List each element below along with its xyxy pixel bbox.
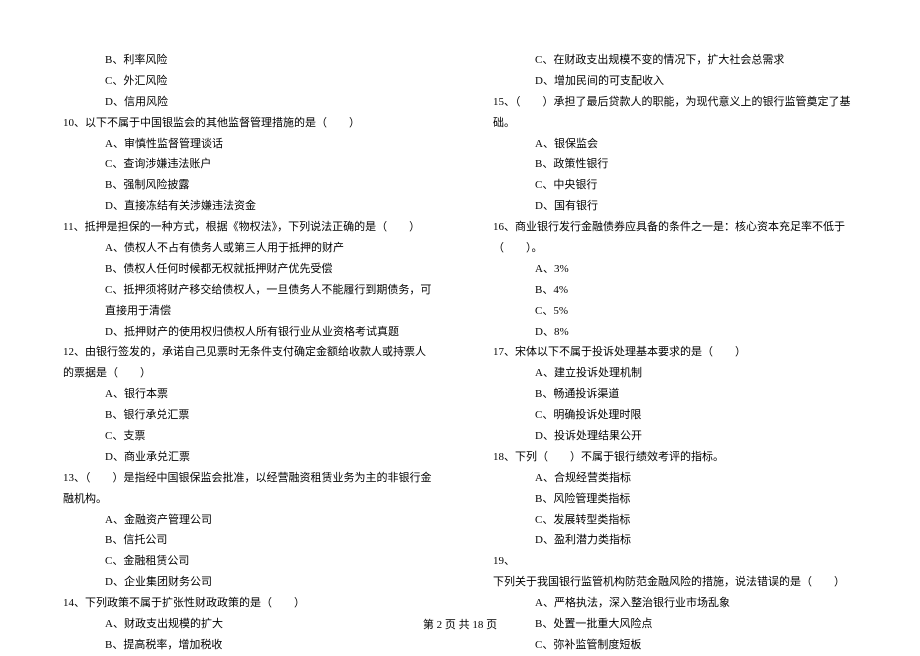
question-text: 抵押是担保的一种方式，根据《物权法》，下列说法正确的是（ ） <box>85 221 421 233</box>
question-number: 16、 <box>493 221 515 233</box>
option-text: B、银行承兑汇票 <box>55 405 435 426</box>
option-text: A、建立投诉处理机制 <box>485 363 865 384</box>
question-text: 商业银行发行金融债券应具备的条件之一是：核心资本充足率不低于（ ）。 <box>493 221 845 254</box>
option-text: B、4% <box>485 280 865 301</box>
question-text: （ ）是指经中国银保监会批准，以经营融资租赁业务为主的非银行金融机构。 <box>63 472 432 505</box>
option-text: C、发展转型类指标 <box>485 510 865 531</box>
option-text: D、盈利潜力类指标 <box>485 530 865 551</box>
option-text: C、抵押须将财产移交给债权人，一旦债务人不能履行到期债务，可直接用于清偿 <box>55 280 435 322</box>
option-text: D、国有银行 <box>485 196 865 217</box>
question-number: 18、 <box>493 451 515 463</box>
question-18: 18、下列（ ）不属于银行绩效考评的指标。 <box>485 447 865 468</box>
option-text: D、信用风险 <box>55 92 435 113</box>
option-text: C、支票 <box>55 426 435 447</box>
question-14: 14、下列政策不属于扩张性财政政策的是（ ） <box>55 593 435 614</box>
question-number: 17、 <box>493 346 515 358</box>
option-text: B、利率风险 <box>55 50 435 71</box>
question-15: 15、（ ）承担了最后贷款人的职能，为现代意义上的银行监管奠定了基础。 <box>485 92 865 134</box>
question-number: 13、 <box>63 472 85 484</box>
option-text: B、债权人任何时候都无权就抵押财产优先受偿 <box>55 259 435 280</box>
option-text: B、畅通投诉渠道 <box>485 384 865 405</box>
right-column: C、在财政支出规模不变的情况下，扩大社会总需求 D、增加民间的可支配收入 15、… <box>460 50 865 590</box>
option-text: B、信托公司 <box>55 530 435 551</box>
question-number: 11、 <box>63 221 85 233</box>
question-text: 下列政策不属于扩张性财政政策的是（ ） <box>85 597 305 609</box>
option-text: D、抵押财产的使用权归债权人所有银行业从业资格考试真题 <box>55 322 435 343</box>
question-text: 由银行签发的，承诺自己见票时无条件支付确定金额给收款人或持票人的票据是（ ） <box>63 346 426 379</box>
question-number: 10、 <box>63 117 85 129</box>
question-19: 19、下列关于我国银行监管机构防范金融风险的措施，说法错误的是（ ） <box>485 551 865 593</box>
option-text: B、强制风险披露 <box>55 175 435 196</box>
option-text: C、查询涉嫌违法账户 <box>55 154 435 175</box>
option-text: C、5% <box>485 301 865 322</box>
option-text: A、3% <box>485 259 865 280</box>
question-17: 17、宋体以下不属于投诉处理基本要求的是（ ） <box>485 342 865 363</box>
question-number: 19、 <box>493 555 515 567</box>
option-text: D、商业承兑汇票 <box>55 447 435 468</box>
left-column: B、利率风险 C、外汇风险 D、信用风险 10、以下不属于中国银监会的其他监督管… <box>55 50 460 590</box>
option-text: A、金融资产管理公司 <box>55 510 435 531</box>
option-text: B、风险管理类指标 <box>485 489 865 510</box>
option-text: C、中央银行 <box>485 175 865 196</box>
question-11: 11、抵押是担保的一种方式，根据《物权法》，下列说法正确的是（ ） <box>55 217 435 238</box>
question-text: 宋体以下不属于投诉处理基本要求的是（ ） <box>515 346 746 358</box>
option-text: C、弥补监管制度短板 <box>485 635 865 656</box>
option-text: D、增加民间的可支配收入 <box>485 71 865 92</box>
option-text: D、投诉处理结果公开 <box>485 426 865 447</box>
option-text: A、严格执法，深入整治银行业市场乱象 <box>485 593 865 614</box>
option-text: C、外汇风险 <box>55 71 435 92</box>
option-text: D、企业集团财务公司 <box>55 572 435 593</box>
question-text: 下列关于我国银行监管机构防范金融风险的措施，说法错误的是（ ） <box>493 576 845 588</box>
question-12: 12、由银行签发的，承诺自己见票时无条件支付确定金额给收款人或持票人的票据是（ … <box>55 342 435 384</box>
question-text: 以下不属于中国银监会的其他监督管理措施的是（ ） <box>85 117 360 129</box>
page-footer: 第 2 页 共 18 页 <box>0 616 920 632</box>
option-text: D、直接冻结有关涉嫌违法资金 <box>55 196 435 217</box>
question-number: 14、 <box>63 597 85 609</box>
option-text: A、债权人不占有债务人或第三人用于抵押的财产 <box>55 238 435 259</box>
question-number: 15、 <box>493 96 515 108</box>
option-text: A、银行本票 <box>55 384 435 405</box>
question-16: 16、商业银行发行金融债券应具备的条件之一是：核心资本充足率不低于（ ）。 <box>485 217 865 259</box>
question-13: 13、（ ）是指经中国银保监会批准，以经营融资租赁业务为主的非银行金融机构。 <box>55 468 435 510</box>
option-text: B、政策性银行 <box>485 154 865 175</box>
question-text: 下列（ ）不属于银行绩效考评的指标。 <box>515 451 724 463</box>
option-text: A、审慎性监督管理谈话 <box>55 134 435 155</box>
exam-page: B、利率风险 C、外汇风险 D、信用风险 10、以下不属于中国银监会的其他监督管… <box>0 0 920 620</box>
option-text: C、金融租赁公司 <box>55 551 435 572</box>
option-text: A、合规经营类指标 <box>485 468 865 489</box>
question-10: 10、以下不属于中国银监会的其他监督管理措施的是（ ） <box>55 113 435 134</box>
option-text: A、银保监会 <box>485 134 865 155</box>
option-text: D、8% <box>485 322 865 343</box>
question-number: 12、 <box>63 346 85 358</box>
option-text: C、明确投诉处理时限 <box>485 405 865 426</box>
option-text: B、提高税率，增加税收 <box>55 635 435 656</box>
question-text: （ ）承担了最后贷款人的职能，为现代意义上的银行监管奠定了基础。 <box>493 96 851 129</box>
option-text: C、在财政支出规模不变的情况下，扩大社会总需求 <box>485 50 865 71</box>
